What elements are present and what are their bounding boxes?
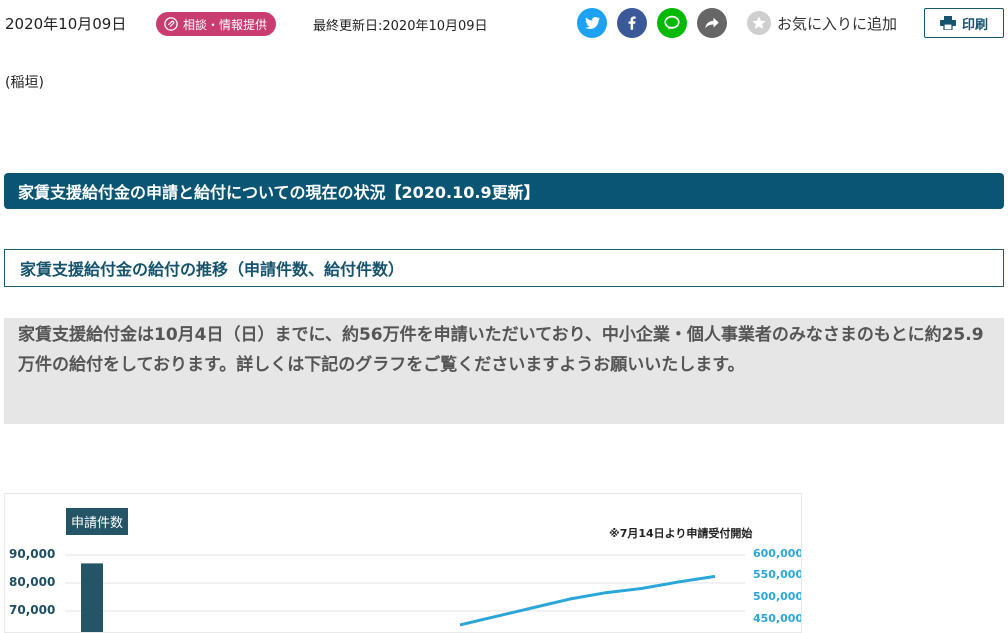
share-arrow-icon — [705, 17, 719, 29]
share-line-button[interactable] — [657, 8, 687, 38]
share-twitter-button[interactable] — [577, 8, 607, 38]
chart-legend-label: 申請件数 — [66, 508, 129, 535]
print-label: 印刷 — [961, 17, 988, 33]
star-icon — [747, 11, 771, 35]
y-right-tick: 600,000 — [753, 547, 802, 560]
line-icon — [664, 15, 680, 30]
subsection-heading: 家賃支援給付金の給付の推移（申請件数、給付件数） — [4, 249, 1004, 287]
y-left-tick: 80,000 — [9, 575, 56, 589]
twitter-icon — [585, 17, 601, 29]
favorite-label: お気に入りに追加 — [777, 14, 898, 33]
y-right-tick: 550,000 — [753, 568, 802, 581]
published-date: 2020年10月09日 — [5, 15, 127, 33]
y-right-tick: 450,000 — [753, 612, 802, 625]
section-heading: 家賃支援給付金の申請と給付についての現在の状況【2020.10.9更新】 — [4, 173, 1004, 209]
add-favorite-button[interactable]: お気に入りに追加 — [747, 11, 897, 35]
chart-note: ※7月14日より申請受付開始 — [609, 527, 753, 540]
notice-text: 家賃支援給付金は10月4日（日）までに、約56万件を申請いただいており、中小企業… — [4, 318, 1004, 424]
facebook-icon — [628, 16, 636, 30]
share-forward-button[interactable] — [697, 8, 727, 38]
y-left-tick: 90,000 — [9, 547, 56, 561]
last-updated: 最終更新日:2020年10月09日 — [313, 19, 488, 34]
share-facebook-button[interactable] — [617, 8, 647, 38]
category-badge[interactable]: 相談・情報提供 — [156, 12, 277, 36]
printer-icon — [939, 16, 956, 30]
y-right-tick: 500,000 — [753, 590, 802, 603]
category-label: 相談・情報提供 — [183, 17, 268, 32]
paperclip-icon — [164, 17, 178, 31]
article-meta-bar: 2020年10月09日 相談・情報提供 最終更新日:2020年10月09日 お気… — [0, 0, 1008, 48]
chart-bar — [81, 563, 103, 632]
chart: 申請件数 ※7月14日より申請受付開始 90,000 80,000 70,000… — [4, 493, 802, 633]
author-name: (稲垣) — [5, 75, 44, 91]
print-button[interactable]: 印刷 — [924, 8, 1004, 38]
chart-line-series — [459, 574, 716, 627]
y-left-tick: 70,000 — [9, 603, 56, 617]
